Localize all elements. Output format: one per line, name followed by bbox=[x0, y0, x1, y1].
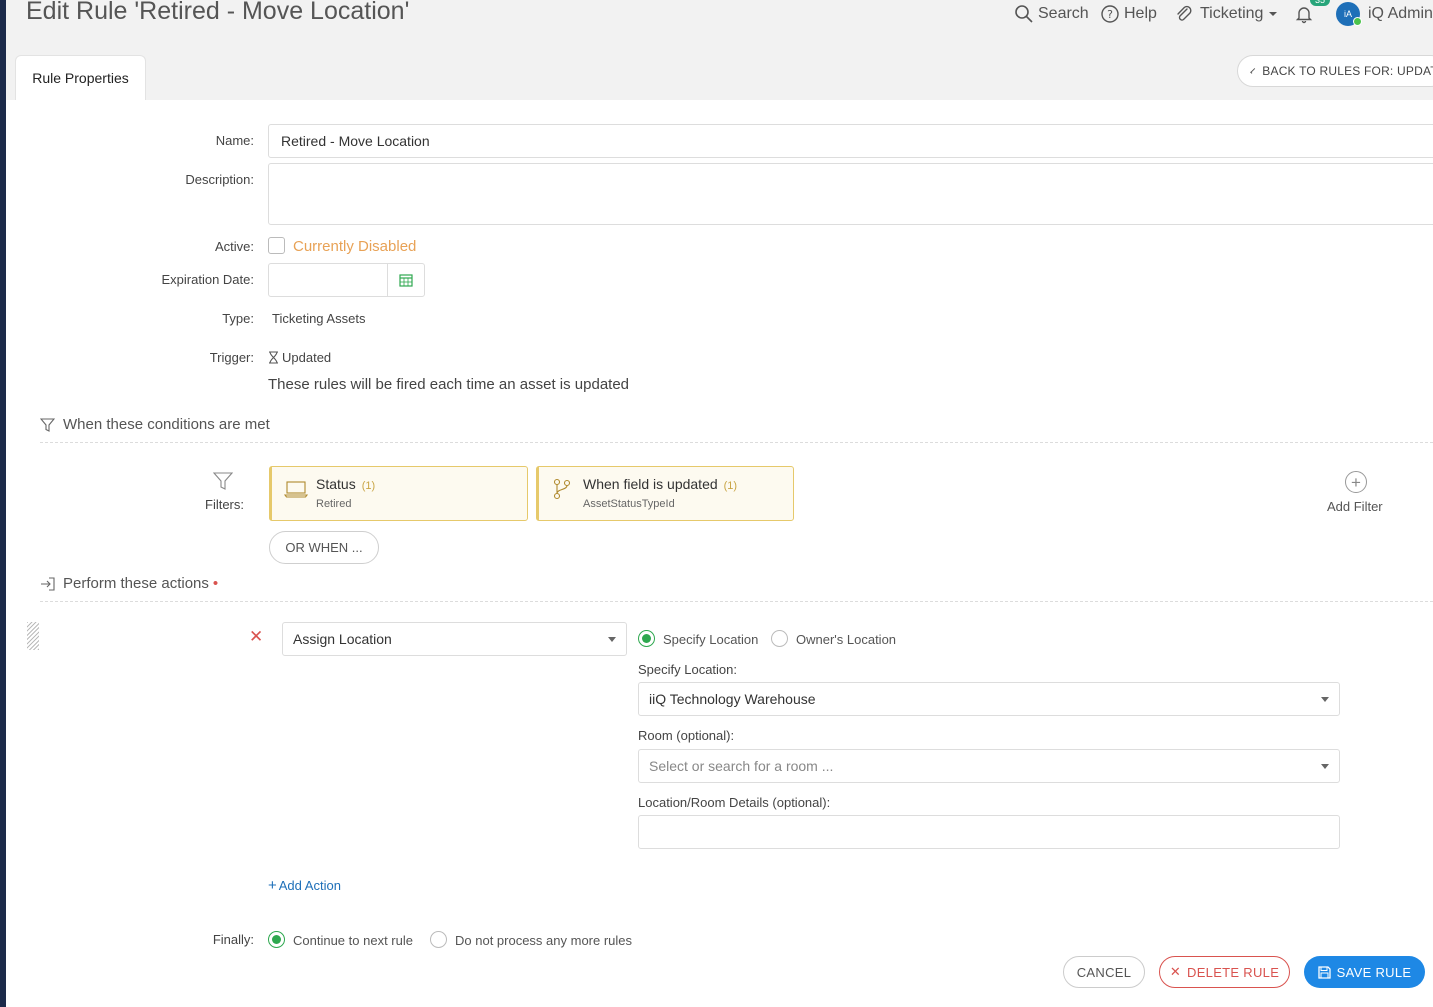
back-to-rules-button[interactable]: BACK TO RULES FOR: UPDATE bbox=[1237, 55, 1433, 87]
filters-label: Filters: bbox=[205, 497, 244, 512]
filter-title: Status (1) bbox=[316, 476, 376, 492]
help-icon: ? bbox=[1101, 5, 1119, 23]
or-when-button[interactable]: OR WHEN ... bbox=[269, 531, 379, 564]
name-input[interactable]: Retired - Move Location bbox=[268, 124, 1433, 158]
save-rule-button[interactable]: SAVE RULE bbox=[1304, 956, 1425, 988]
caret-down-icon bbox=[1321, 764, 1329, 769]
filter-card-status[interactable]: Status (1) Retired bbox=[269, 466, 528, 521]
description-label: Description: bbox=[185, 172, 254, 187]
plus-icon: + bbox=[268, 877, 277, 894]
remove-action-icon[interactable]: ✕ bbox=[249, 628, 263, 645]
filter-title: When field is updated (1) bbox=[583, 476, 738, 492]
expiration-label: Expiration Date: bbox=[161, 272, 255, 287]
conditions-heading: When these conditions are met bbox=[40, 416, 270, 433]
caret-down-icon bbox=[608, 637, 616, 642]
filter-subtitle: Retired bbox=[316, 498, 352, 510]
trigger-note: These rules will be fired each time an a… bbox=[268, 376, 630, 393]
actions-heading: Perform these actions • bbox=[40, 575, 218, 592]
details-input[interactable] bbox=[638, 815, 1340, 849]
branch-icon bbox=[553, 478, 571, 500]
paperclip-icon bbox=[1177, 5, 1192, 21]
actions-divider bbox=[40, 601, 1433, 602]
sign-in-icon bbox=[41, 576, 55, 591]
location-select[interactable]: iiQ Technology Warehouse bbox=[638, 682, 1340, 716]
details-label: Location/Room Details (optional): bbox=[638, 795, 831, 810]
conditions-divider bbox=[40, 442, 1433, 443]
stop-radio-label: Do not process any more rules bbox=[455, 933, 633, 948]
type-value: Ticketing Assets bbox=[272, 311, 366, 326]
search-link[interactable]: Search bbox=[1014, 0, 1089, 28]
filter-subtitle: AssetStatusTypeId bbox=[583, 498, 675, 510]
delete-rule-button[interactable]: ✕ DELETE RULE bbox=[1159, 956, 1290, 988]
finally-label: Finally: bbox=[212, 932, 254, 947]
name-label: Name: bbox=[215, 133, 254, 148]
svg-text:?: ? bbox=[1107, 8, 1113, 21]
close-icon: ✕ bbox=[1169, 964, 1182, 979]
online-status-dot bbox=[1353, 17, 1362, 26]
top-bar: Edit Rule 'Retired - Move Location' Sear… bbox=[6, 0, 1433, 100]
search-icon bbox=[1015, 5, 1033, 23]
user-menu[interactable]: iQ Admin bbox=[1368, 0, 1433, 28]
specify-location-label: Specify Location: bbox=[638, 662, 738, 677]
chevron-down-icon bbox=[1269, 12, 1278, 16]
bell-icon bbox=[1295, 7, 1313, 24]
filter-icon bbox=[40, 417, 55, 432]
cancel-button[interactable]: CANCEL bbox=[1063, 956, 1145, 988]
specify-location-radio[interactable] bbox=[638, 630, 655, 647]
ticketing-menu[interactable]: Ticketing bbox=[1174, 0, 1278, 28]
filter-large-icon bbox=[213, 472, 233, 490]
save-icon bbox=[1317, 965, 1331, 979]
trigger-label: Trigger: bbox=[209, 350, 254, 365]
type-label: Type: bbox=[222, 311, 254, 326]
expiration-date-input[interactable] bbox=[268, 263, 388, 297]
laptop-icon bbox=[284, 481, 308, 498]
action-type-select[interactable]: Assign Location bbox=[282, 622, 627, 656]
page-title: Edit Rule 'Retired - Move Location' bbox=[26, 0, 410, 25]
owners-location-radio-label: Owner's Location bbox=[796, 632, 897, 647]
calendar-button[interactable] bbox=[387, 263, 425, 297]
stop-radio[interactable] bbox=[430, 931, 447, 948]
active-label: Active: bbox=[214, 239, 254, 254]
trigger-value: Updated bbox=[268, 350, 331, 365]
add-filter-button[interactable]: Add Filter bbox=[1327, 499, 1383, 514]
active-status-text: Currently Disabled bbox=[293, 238, 417, 255]
add-filter-icon[interactable]: + bbox=[1345, 471, 1367, 493]
filter-card-field-updated[interactable]: When field is updated (1) AssetStatusType… bbox=[536, 466, 794, 521]
window-edge bbox=[0, 0, 6, 1007]
tab-rule-properties[interactable]: Rule Properties bbox=[15, 55, 146, 100]
continue-radio[interactable] bbox=[268, 931, 285, 948]
chevron-left-icon bbox=[1250, 68, 1257, 74]
calendar-icon bbox=[399, 274, 413, 287]
continue-radio-label: Continue to next rule bbox=[293, 933, 413, 948]
active-checkbox[interactable] bbox=[268, 237, 285, 254]
add-action-button[interactable]: + Add Action bbox=[268, 877, 341, 894]
room-select[interactable]: Select or search for a room ... bbox=[638, 749, 1340, 783]
drag-handle[interactable] bbox=[27, 622, 39, 650]
owners-location-radio[interactable] bbox=[771, 630, 788, 647]
notification-badge: 35 bbox=[1310, 0, 1331, 6]
help-link[interactable]: ? Help bbox=[1100, 0, 1157, 28]
description-textarea[interactable] bbox=[268, 163, 1433, 225]
caret-down-icon bbox=[1321, 697, 1329, 702]
required-marker: • bbox=[212, 575, 219, 592]
hourglass-icon bbox=[269, 351, 278, 364]
specify-location-radio-label: Specify Location bbox=[663, 632, 759, 647]
room-label: Room (optional): bbox=[638, 728, 735, 743]
